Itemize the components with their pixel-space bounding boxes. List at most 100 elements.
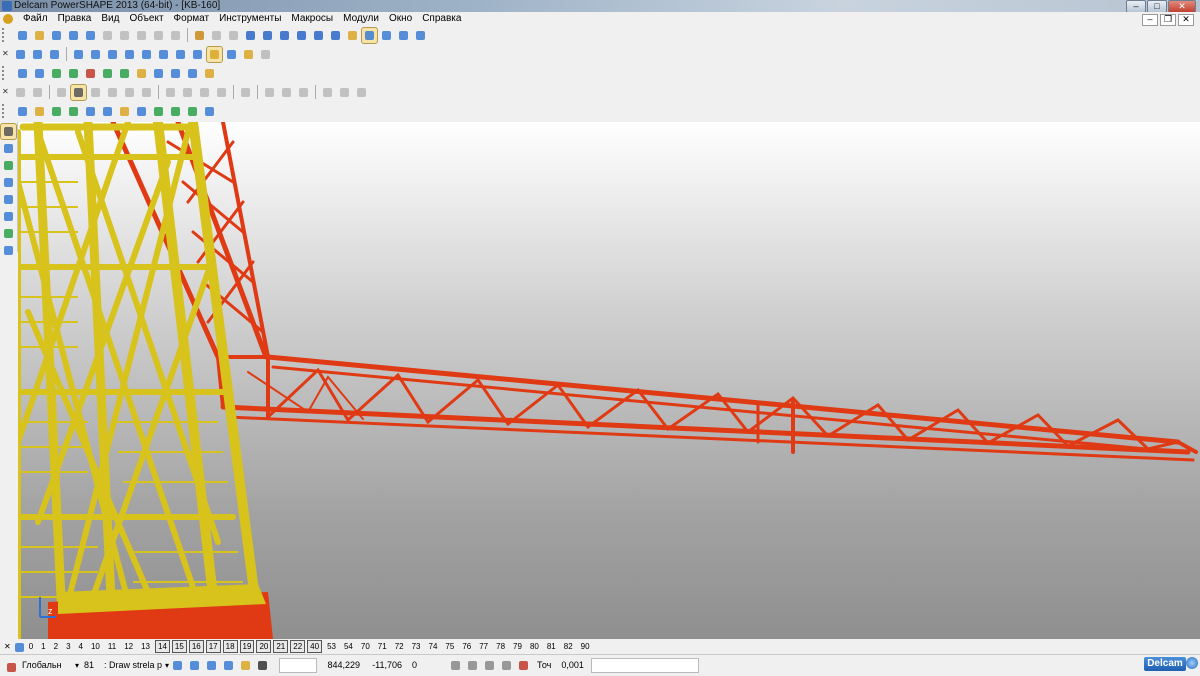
level-button[interactable]: 74 xyxy=(425,641,442,652)
morph-icon[interactable] xyxy=(13,85,28,100)
level-button[interactable]: 82 xyxy=(560,641,577,652)
select-box-icon[interactable] xyxy=(260,28,275,43)
level-button[interactable]: 54 xyxy=(340,641,357,652)
level-button[interactable]: 79 xyxy=(509,641,526,652)
print-icon[interactable] xyxy=(83,28,98,43)
axes-icon[interactable] xyxy=(32,104,47,119)
level-button[interactable]: 16 xyxy=(188,639,204,653)
sphere-green-icon[interactable] xyxy=(100,66,115,81)
box-icon[interactable] xyxy=(134,66,149,81)
snap-point-icon[interactable] xyxy=(238,658,253,673)
blend-icon[interactable] xyxy=(70,83,87,101)
redo-icon[interactable] xyxy=(209,28,224,43)
iso-view-icon[interactable] xyxy=(71,47,86,62)
zoom-out-icon[interactable] xyxy=(139,47,154,62)
open-icon[interactable] xyxy=(32,28,47,43)
extrude-icon[interactable] xyxy=(88,85,103,100)
level-button[interactable]: 3 xyxy=(62,641,74,652)
arc-create-icon[interactable] xyxy=(1,192,16,207)
solid-create-icon[interactable] xyxy=(1,243,16,258)
wireframe-icon[interactable] xyxy=(345,28,360,43)
workplane-icon[interactable] xyxy=(15,104,30,119)
view-front-icon[interactable] xyxy=(30,47,45,62)
light-icon[interactable] xyxy=(241,47,256,62)
drawing-icon[interactable] xyxy=(151,66,166,81)
paste-icon[interactable] xyxy=(134,28,149,43)
level-button[interactable]: 12 xyxy=(120,641,137,652)
delta-icon[interactable] xyxy=(482,658,497,673)
level-button[interactable]: 4 xyxy=(75,641,87,652)
tools-icon[interactable] xyxy=(413,28,428,43)
solid-icon[interactable] xyxy=(379,28,394,43)
scale-icon[interactable] xyxy=(354,85,369,100)
sphere-red-icon[interactable] xyxy=(83,66,98,81)
document-icon[interactable] xyxy=(32,66,47,81)
revolve-icon[interactable] xyxy=(105,85,120,100)
level-button[interactable]: 73 xyxy=(408,641,425,652)
level-button[interactable]: 78 xyxy=(492,641,509,652)
menu-item[interactable]: Макросы xyxy=(286,12,338,26)
zoom-fit-icon[interactable] xyxy=(156,47,171,62)
copy-icon[interactable] xyxy=(117,28,132,43)
split-icon[interactable] xyxy=(296,85,311,100)
menu-item[interactable]: Окно xyxy=(384,12,417,26)
rotate-object-icon[interactable] xyxy=(83,104,98,119)
lock-icon[interactable] xyxy=(221,658,236,673)
level-button[interactable]: 20 xyxy=(256,639,272,653)
toolbar-grip[interactable] xyxy=(2,66,14,80)
workplane-select[interactable]: Глобальн xyxy=(19,659,73,672)
pattern-icon[interactable] xyxy=(320,85,335,100)
chevron-down-icon[interactable]: ▾ xyxy=(165,661,169,670)
menu-item[interactable]: Формат xyxy=(169,12,215,26)
calculator-icon[interactable] xyxy=(448,658,463,673)
delcam-logo[interactable]: Delcam xyxy=(1144,657,1186,671)
undo-icon[interactable] xyxy=(192,28,207,43)
level-button[interactable]: 76 xyxy=(458,641,475,652)
close-toolbar-button[interactable]: ✕ xyxy=(2,88,10,96)
level-button[interactable]: 71 xyxy=(374,641,391,652)
level-button[interactable]: 14 xyxy=(155,639,170,653)
ungroup-icon[interactable] xyxy=(134,104,149,119)
level-button[interactable]: 40 xyxy=(307,639,323,653)
intersect-icon[interactable] xyxy=(214,85,229,100)
level-button[interactable]: 22 xyxy=(290,639,306,653)
line-create-icon[interactable] xyxy=(1,175,16,190)
measure-icon[interactable] xyxy=(185,66,200,81)
fillet-icon[interactable] xyxy=(54,85,69,100)
close-toolbar-button[interactable]: ✕ xyxy=(2,50,10,58)
target-icon[interactable] xyxy=(190,47,205,62)
zoom-in-icon[interactable] xyxy=(122,47,137,62)
levels-icon[interactable] xyxy=(12,640,24,652)
level-button[interactable]: 0 xyxy=(25,641,37,652)
grid-icon[interactable] xyxy=(185,104,200,119)
hand-icon[interactable] xyxy=(258,47,273,62)
feature-icon[interactable] xyxy=(238,85,253,100)
tolerance-value[interactable]: 0,001 xyxy=(558,659,587,672)
play-icon[interactable] xyxy=(117,66,132,81)
copy-object-icon[interactable] xyxy=(100,104,115,119)
mirror-icon[interactable] xyxy=(337,85,352,100)
menu-item[interactable]: Вид xyxy=(96,12,124,26)
offset-icon[interactable] xyxy=(122,85,137,100)
workplane-status-icon[interactable] xyxy=(4,660,16,672)
list-icon[interactable] xyxy=(15,66,30,81)
document-icon[interactable] xyxy=(3,14,13,24)
surface-icon[interactable] xyxy=(396,28,411,43)
shaded-icon[interactable] xyxy=(361,26,378,44)
level-button[interactable]: 2 xyxy=(50,641,62,652)
pan-icon[interactable] xyxy=(105,47,120,62)
shell-icon[interactable] xyxy=(262,85,277,100)
group-icon[interactable] xyxy=(117,104,132,119)
view-top-icon[interactable] xyxy=(13,47,28,62)
graphics-viewport[interactable]: z xyxy=(18,122,1200,639)
polar-icon[interactable] xyxy=(499,658,514,673)
surface-create-icon[interactable] xyxy=(1,226,16,241)
x-coordinate[interactable]: 844,229 xyxy=(321,659,363,672)
grid-icon[interactable] xyxy=(255,658,270,673)
mdi-restore-button[interactable]: ❐ xyxy=(1160,14,1176,26)
redo-list-icon[interactable] xyxy=(226,28,241,43)
menu-item[interactable]: Инструменты xyxy=(214,12,286,26)
open-recent-icon[interactable] xyxy=(49,28,64,43)
level-button[interactable]: 81 xyxy=(543,641,560,652)
curve-create-icon[interactable] xyxy=(1,209,16,224)
